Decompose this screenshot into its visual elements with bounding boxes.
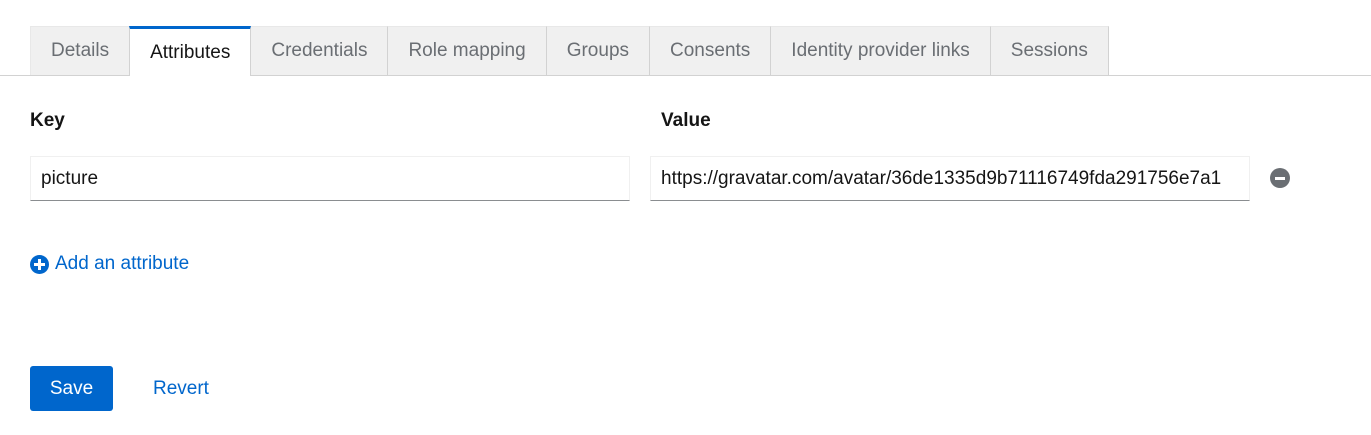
value-column-label: Value: [661, 110, 711, 131]
tab-list: Details Attributes Credentials Role mapp…: [30, 26, 1109, 76]
tab-bar: Details Attributes Credentials Role mapp…: [0, 26, 1371, 76]
plus-circle-icon: [30, 254, 49, 274]
save-button[interactable]: Save: [30, 366, 113, 411]
add-attribute-button[interactable]: Add an attribute: [30, 252, 189, 276]
tab-groups[interactable]: Groups: [546, 26, 651, 75]
tab-details[interactable]: Details: [30, 26, 131, 75]
revert-button[interactable]: Revert: [153, 366, 209, 411]
tab-consents[interactable]: Consents: [650, 26, 772, 75]
tab-identity-provider-links[interactable]: Identity provider links: [771, 26, 991, 75]
add-attribute-label: Add an attribute: [55, 253, 190, 274]
tab-attributes[interactable]: Attributes: [129, 26, 252, 76]
tab-credentials[interactable]: Credentials: [251, 26, 389, 75]
tab-sessions[interactable]: Sessions: [990, 26, 1109, 75]
tab-role-mapping[interactable]: Role mapping: [388, 26, 547, 75]
attribute-key-input[interactable]: [30, 156, 630, 201]
minus-circle-icon[interactable]: [1270, 168, 1290, 188]
attribute-value-input[interactable]: [650, 156, 1250, 201]
key-column-label: Key: [30, 110, 65, 131]
